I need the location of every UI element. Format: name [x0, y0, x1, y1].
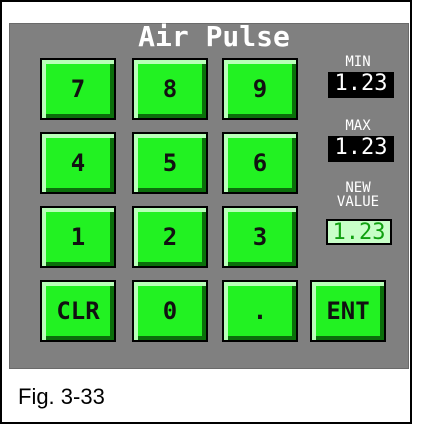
key-4[interactable]: 4	[40, 132, 116, 194]
min-value: 1.23	[328, 72, 394, 98]
key-3[interactable]: 3	[222, 206, 298, 268]
max-value: 1.23	[328, 136, 394, 162]
key-0[interactable]: 0	[132, 280, 208, 342]
key-6[interactable]: 6	[222, 132, 298, 194]
enter-button[interactable]: ENT	[310, 280, 386, 342]
min-label: MIN	[345, 54, 371, 70]
key-5[interactable]: 5	[132, 132, 208, 194]
key-7[interactable]: 7	[40, 58, 116, 120]
key-8[interactable]: 8	[132, 58, 208, 120]
decimal-point-button[interactable]: .	[222, 280, 298, 342]
clear-button[interactable]: CLR	[40, 280, 116, 342]
key-2[interactable]: 2	[132, 206, 208, 268]
panel-title: Air Pulse	[138, 20, 290, 53]
key-9[interactable]: 9	[222, 58, 298, 120]
figure-caption: Fig. 3-33	[18, 384, 105, 409]
max-label: MAX	[345, 118, 371, 134]
new-value-field[interactable]: 1.23	[326, 219, 392, 245]
key-1[interactable]: 1	[40, 206, 116, 268]
figure-frame: Air Pulse 7 8 9 4 5 6 1 2 3 CLR 0 . ENT …	[0, 0, 412, 424]
new-value-label-line2: VALUE	[336, 194, 380, 210]
